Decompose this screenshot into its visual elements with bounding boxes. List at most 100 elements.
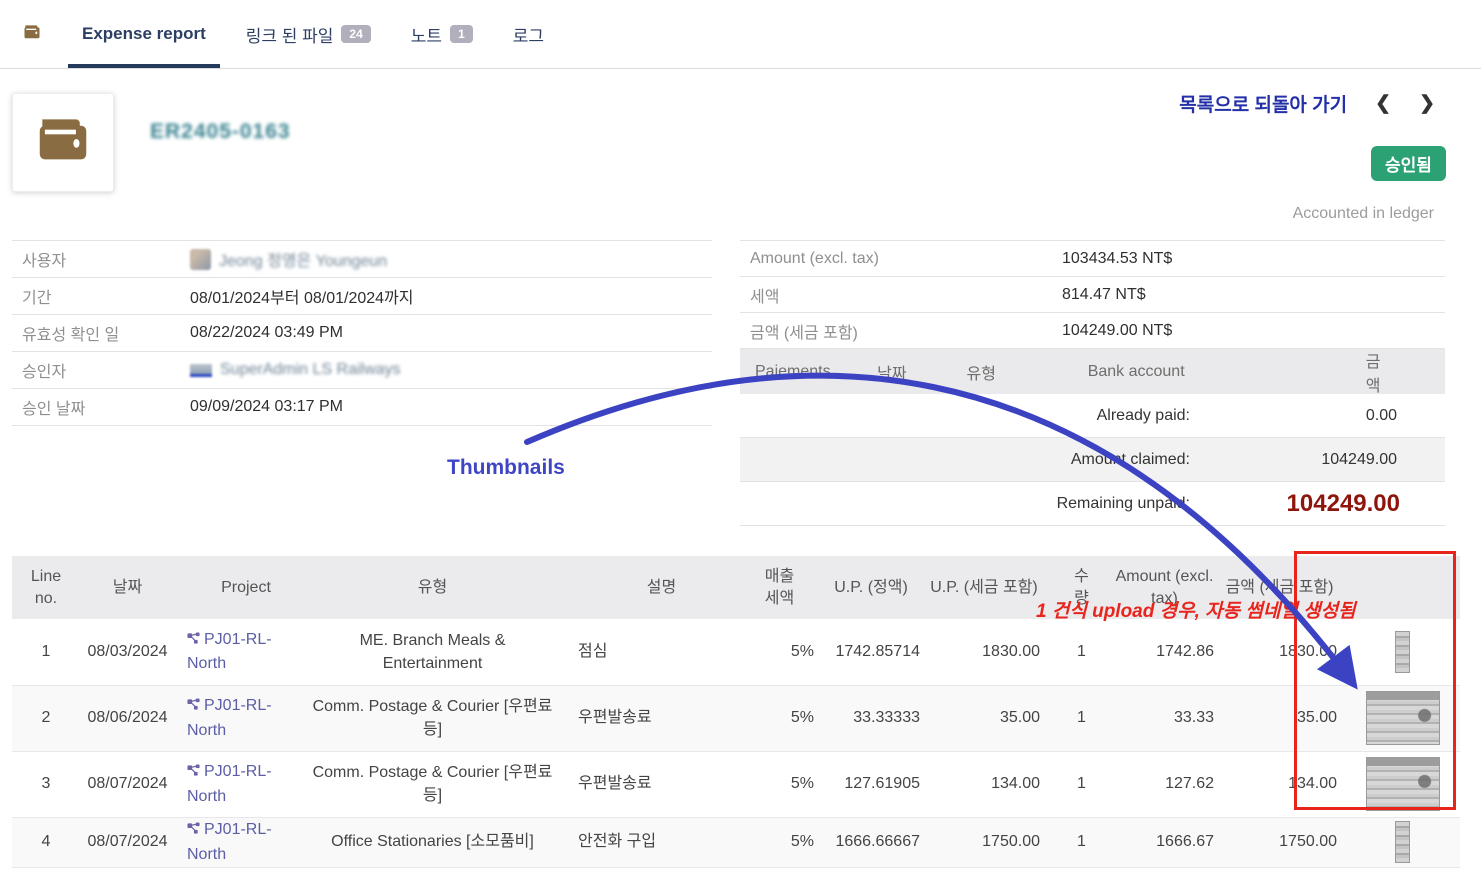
amount-excl-cell: 1742.86: [1115, 619, 1222, 685]
date-cell: 08/06/2024: [80, 685, 175, 751]
qty-cell: 1: [1048, 619, 1115, 685]
approver-name: SuperAdmin LS Railways: [220, 361, 401, 379]
col-type: 유형: [305, 556, 560, 619]
amount-excl-cell: 127.62: [1115, 751, 1222, 817]
amount-row-incl-tax: 금액 (세금 포함) 104249.00 NT$: [740, 313, 1445, 349]
amount-row-tax: 세액 814.47 NT$: [740, 277, 1445, 313]
unit-price-incl-cell: 35.00: [928, 685, 1048, 751]
detail-row-approval-date: 승인 날짜 09/09/2024 03:17 PM: [12, 389, 712, 426]
project-cell: PJ01-RL-North: [175, 619, 305, 685]
project-cell: PJ01-RL-North: [175, 817, 305, 867]
payments-header-title: Paiements: [740, 363, 877, 381]
date-cell: 08/07/2024: [80, 817, 175, 867]
expense-line-row[interactable]: 4 08/07/2024 PJ01-RL-North Office Statio…: [12, 817, 1460, 867]
project-nodes-icon: [187, 695, 200, 718]
payments-header-type: 유형: [967, 360, 1088, 384]
wallet-icon: [32, 109, 94, 176]
line-no-cell: 3: [12, 751, 80, 817]
detail-row-period: 기간 08/01/2024부터 08/01/2024까지: [12, 278, 712, 315]
thumbnail-highlight-box: [1294, 551, 1456, 810]
payments-header-date: 날짜: [877, 360, 966, 384]
tab-expense-report[interactable]: Expense report: [82, 0, 206, 68]
amount-label: 세액: [740, 283, 1062, 307]
nav-controls: 목록으로 되돌아 가기 ❮ ❯: [1179, 90, 1435, 117]
expense-type-cell: Comm. Postage & Courier [우편료등]: [305, 685, 560, 751]
detail-label: 유효성 확인 일: [12, 321, 190, 345]
summary-label: Remaining unpaid:: [740, 495, 1190, 513]
col-unit-price: U.P. (정액): [822, 556, 928, 619]
thumbnails-annotation: Thumbnails: [447, 456, 565, 480]
description-cell: 우편발송료: [560, 751, 745, 817]
sales-tax-cell: 5%: [745, 619, 822, 685]
date-cell: 08/03/2024: [80, 619, 175, 685]
detail-label: 승인 날짜: [12, 395, 190, 419]
project-nodes-icon: [187, 761, 200, 784]
project-nodes-icon: [187, 629, 200, 652]
unit-price-cell: 1666.66667: [822, 817, 928, 867]
next-record-icon[interactable]: ❯: [1419, 92, 1435, 115]
summary-value: 0.00: [1190, 407, 1445, 425]
tab-label: 링크 된 파일: [246, 22, 334, 47]
unit-price-cell: 33.33333: [822, 685, 928, 751]
payments-header-amount: 금액: [1366, 348, 1445, 396]
sales-tax-cell: 5%: [745, 817, 822, 867]
description-cell: 점심: [560, 619, 745, 685]
lines-tbody: 1 08/03/2024 PJ01-RL-North ME. Branch Me…: [12, 619, 1460, 867]
remaining-unpaid-value: 104249.00: [1190, 490, 1445, 518]
col-description: 설명: [560, 556, 745, 619]
upload-note-annotation: 1 건식 upload 경우, 자동 썸네일 생성됨: [1036, 596, 1356, 623]
expense-type-cell: Comm. Postage & Courier [우편료등]: [305, 751, 560, 817]
line-no-cell: 2: [12, 685, 80, 751]
amount-value: 103434.53 NT$: [1062, 250, 1172, 268]
unit-price-cell: 127.61905: [822, 751, 928, 817]
col-unit-price-incl: U.P. (세금 포함): [928, 556, 1048, 619]
tab-notes[interactable]: 노트 1: [411, 0, 473, 68]
tab-label: 노트: [411, 22, 442, 47]
unit-price-incl-cell: 1750.00: [928, 817, 1048, 867]
wallet-tab-icon: [22, 22, 42, 47]
payments-table-header: Paiements 날짜 유형 Bank account 금액: [740, 349, 1445, 394]
detail-value: Jeong 정영은 Youngeun: [190, 247, 387, 271]
back-to-list-link[interactable]: 목록으로 되돌아 가기: [1179, 90, 1347, 117]
record-image-card[interactable]: [12, 93, 114, 192]
tab-label: Expense report: [82, 24, 206, 44]
amount-excl-cell: 1666.67: [1115, 817, 1222, 867]
detail-label: 기간: [12, 284, 190, 308]
expense-line-row[interactable]: 2 08/06/2024 PJ01-RL-North Comm. Postage…: [12, 685, 1460, 751]
tab-count-badge: 1: [450, 25, 473, 43]
summary-row-remaining-unpaid: Remaining unpaid: 104249.00: [740, 482, 1445, 526]
tab-log[interactable]: 로그: [513, 0, 544, 68]
summary-label: Already paid:: [740, 407, 1190, 425]
line-no-cell: 1: [12, 619, 80, 685]
receipt-thumbnail[interactable]: [1395, 821, 1410, 863]
thumbnail-cell: [1345, 817, 1460, 867]
expense-type-cell: Office Stationaries [소모품비]: [305, 817, 560, 867]
qty-cell: 1: [1048, 751, 1115, 817]
qty-cell: 1: [1048, 685, 1115, 751]
detail-row-user: 사용자 Jeong 정영은 Youngeun: [12, 241, 712, 278]
detail-row-approver: 승인자 SuperAdmin LS Railways: [12, 352, 712, 389]
record-id: ER2405-0163: [150, 120, 291, 144]
col-date: 날짜: [80, 556, 175, 619]
amount-row-excl-tax: Amount (excl. tax) 103434.53 NT$: [740, 241, 1445, 277]
col-sales-tax: 매출세액: [745, 556, 822, 619]
expense-line-row[interactable]: 3 08/07/2024 PJ01-RL-North Comm. Postage…: [12, 751, 1460, 817]
expense-line-row[interactable]: 1 08/03/2024 PJ01-RL-North ME. Branch Me…: [12, 619, 1460, 685]
amount-excl-cell: 33.33: [1115, 685, 1222, 751]
col-line-no: Line no.: [12, 556, 80, 619]
project-cell: PJ01-RL-North: [175, 685, 305, 751]
details-table: 사용자 Jeong 정영은 Youngeun 기간 08/01/2024부터 0…: [12, 240, 712, 426]
unit-price-cell: 1742.85714: [822, 619, 928, 685]
user-name: Jeong 정영은 Youngeun: [219, 247, 387, 271]
user-avatar: [190, 249, 211, 270]
status-badge: 승인됨: [1371, 146, 1446, 181]
amount-label: Amount (excl. tax): [740, 250, 1062, 268]
prev-record-icon[interactable]: ❮: [1375, 92, 1391, 115]
summary-row-amount-claimed: Amount claimed: 104249.00: [740, 438, 1445, 482]
unit-price-incl-cell: 1830.00: [928, 619, 1048, 685]
payments-header-bank-account: Bank account: [1088, 363, 1366, 381]
detail-value: 09/09/2024 03:17 PM: [190, 398, 343, 416]
summary-value: 104249.00: [1190, 451, 1445, 469]
amount-value: 104249.00 NT$: [1062, 322, 1172, 340]
tab-linked-files[interactable]: 링크 된 파일 24: [246, 0, 371, 68]
